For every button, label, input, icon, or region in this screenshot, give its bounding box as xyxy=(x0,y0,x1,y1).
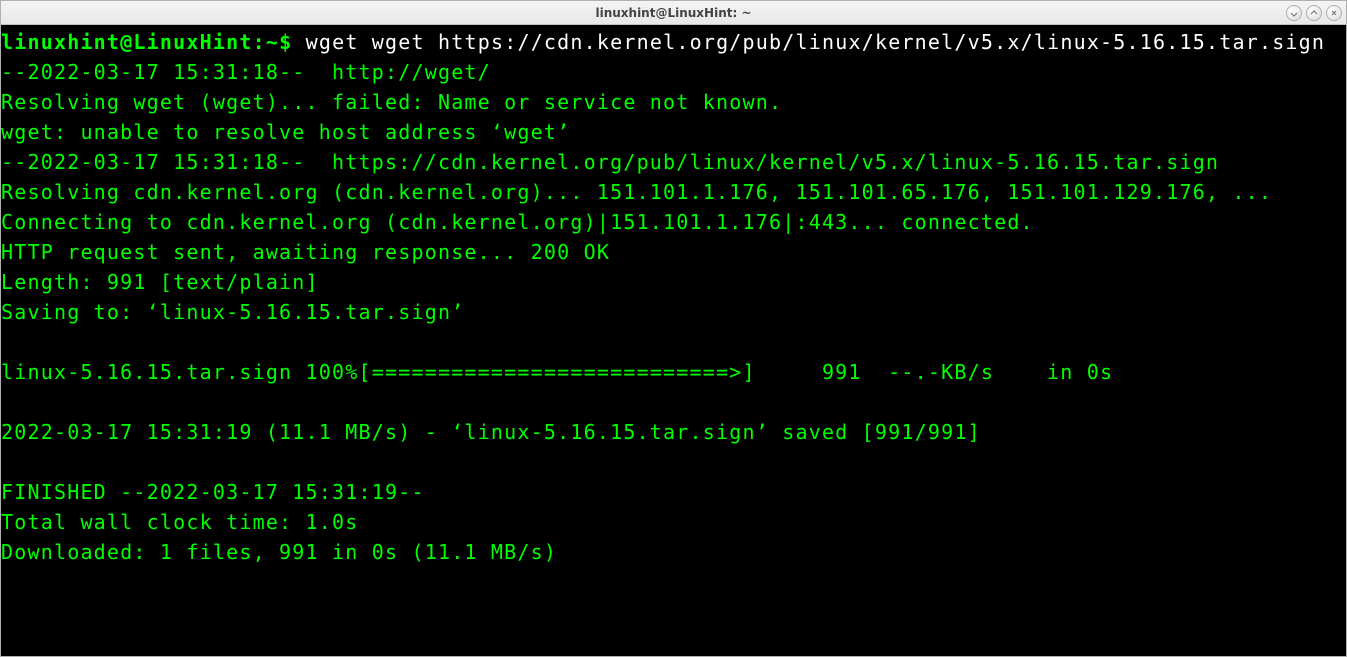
window-title: linuxhint@LinuxHint: ~ xyxy=(595,6,751,20)
prompt-path: ~ xyxy=(266,30,279,54)
prompt-symbol: $ xyxy=(279,30,292,54)
maximize-button[interactable] xyxy=(1306,5,1322,21)
output-line: Connecting to cdn.kernel.org (cdn.kernel… xyxy=(1,210,1034,234)
prompt-separator: : xyxy=(253,30,266,54)
output-line: linux-5.16.15.tar.sign 100%[============… xyxy=(1,360,1113,384)
output-line: --2022-03-17 15:31:18-- https://cdn.kern… xyxy=(1,150,1219,174)
output-line: Length: 991 [text/plain] xyxy=(1,270,319,294)
terminal-area[interactable]: linuxhint@LinuxHint:~$ wget wget https:/… xyxy=(1,25,1346,656)
terminal-window: linuxhint@LinuxHint: ~ linuxhint@LinuxHi… xyxy=(0,0,1347,657)
close-button[interactable] xyxy=(1326,5,1342,21)
prompt-user-host: linuxhint@LinuxHint xyxy=(1,30,253,54)
minimize-button[interactable] xyxy=(1286,5,1302,21)
output-line: HTTP request sent, awaiting response... … xyxy=(1,240,610,264)
command-text: wget wget https://cdn.kernel.org/pub/lin… xyxy=(306,30,1326,54)
output-line: 2022-03-17 15:31:19 (11.1 MB/s) - ‘linux… xyxy=(1,420,981,444)
output-line: FINISHED --2022-03-17 15:31:19-- xyxy=(1,480,425,504)
output-line: Downloaded: 1 files, 991 in 0s (11.1 MB/… xyxy=(1,540,557,564)
output-line: wget: unable to resolve host address ‘wg… xyxy=(1,120,570,144)
window-controls xyxy=(1286,5,1342,21)
output-line: Saving to: ‘linux-5.16.15.tar.sign’ xyxy=(1,300,464,324)
output-line: Resolving cdn.kernel.org (cdn.kernel.org… xyxy=(1,180,1272,204)
output-line: --2022-03-17 15:31:18-- http://wget/ xyxy=(1,60,491,84)
output-line: Resolving wget (wget)... failed: Name or… xyxy=(1,90,782,114)
titlebar: linuxhint@LinuxHint: ~ xyxy=(1,1,1346,25)
output-line: Total wall clock time: 1.0s xyxy=(1,510,359,534)
